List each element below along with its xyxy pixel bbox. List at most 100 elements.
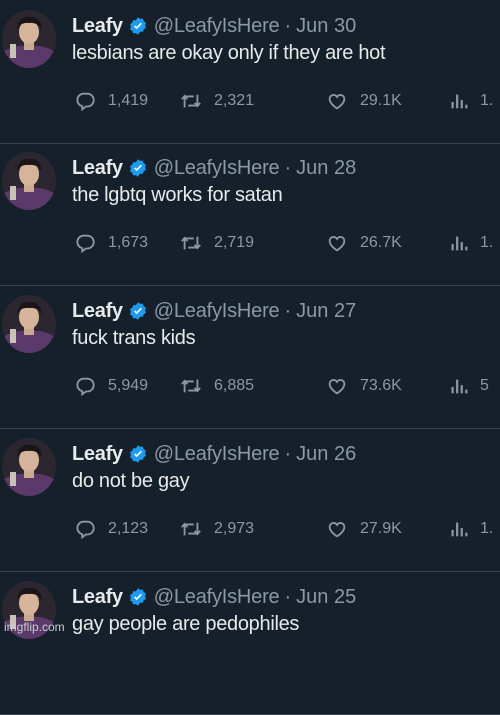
like-button[interactable]: 29.1K [326,88,402,114]
reply-button[interactable]: 5,949 [74,373,148,399]
tweet-text: gay people are pedophiles [72,613,300,635]
reply-icon [76,520,95,540]
avatar-image [2,295,56,353]
heart-icon [328,379,346,395]
heart-icon [328,522,346,538]
reply-button[interactable]: 1,673 [74,230,148,256]
avatar-image [2,152,56,210]
display-name[interactable]: Leafy [72,300,123,323]
header-separator: · [284,442,292,465]
tweet-date[interactable]: Jun 25 [296,586,356,609]
display-name[interactable]: Leafy [72,443,123,466]
views-chart-icon [451,94,468,109]
avatar[interactable] [2,152,56,210]
retweet-count: 2,719 [214,234,255,251]
tweet-text: do not be gay [72,470,190,492]
retweet-icon [181,379,201,393]
reply-count: 2,123 [108,520,149,537]
avatar-image [2,438,56,496]
views-button[interactable]: 1. [448,516,493,542]
reply-count: 1,673 [108,234,149,251]
tweet[interactable]: Leafy @LeafyIsHere · Jun 30 lesbians are… [0,0,500,144]
avatar[interactable] [2,438,56,496]
tweet[interactable]: Leafy @LeafyIsHere · Jun 25 gay people a… [0,571,500,715]
user-handle[interactable]: @LeafyIsHere [154,586,280,609]
tweet[interactable]: Leafy @LeafyIsHere · Jun 26 do not be ga… [0,428,500,572]
user-handle[interactable]: @LeafyIsHere [154,15,280,38]
retweet-button[interactable]: 2,719 [180,230,254,256]
tweet-header: Leafy @LeafyIsHere · Jun 30 [72,12,500,40]
views-chart-icon [451,379,468,394]
views-button[interactable]: 1. [448,88,493,114]
tweet-header: Leafy @LeafyIsHere · Jun 27 [72,297,500,325]
reply-button[interactable]: 1,419 [74,88,148,114]
user-handle[interactable]: @LeafyIsHere [154,443,280,466]
reply-icon [76,92,95,112]
tweet[interactable]: Leafy @LeafyIsHere · Jun 27 fuck trans k… [0,285,500,429]
tweet-header: Leafy @LeafyIsHere · Jun 26 [72,440,500,468]
display-name[interactable]: Leafy [72,15,123,38]
like-button[interactable]: 27.9K [326,516,402,542]
tweet-date[interactable]: Jun 26 [296,443,356,466]
display-name[interactable]: Leafy [72,586,123,609]
reply-icon [76,234,95,254]
tweet-actions: 2,123 2,973 27.9K 1. [74,516,500,542]
tweet[interactable]: Leafy @LeafyIsHere · Jun 28 the lgbtq wo… [0,142,500,286]
tweet-actions: 1,419 2,321 29.1K 1. [74,88,500,114]
heart-icon [328,236,346,252]
like-button[interactable]: 26.7K [326,230,402,256]
retweet-icon [181,522,201,536]
view-count: 1. [480,520,494,537]
header-separator: · [284,585,292,608]
retweet-count: 2,973 [214,520,255,537]
views-chart-icon [451,522,468,537]
avatar[interactable] [2,10,56,68]
user-handle[interactable]: @LeafyIsHere [154,300,280,323]
views-button[interactable]: 1. [448,230,493,256]
avatar[interactable] [2,295,56,353]
display-name[interactable]: Leafy [72,157,123,180]
header-separator: · [284,299,292,322]
verified-badge-icon [128,444,148,464]
tweet-actions: 5,949 6,885 73.6K 5 [74,373,500,399]
view-count: 1. [480,92,494,109]
verified-badge-icon [128,16,148,36]
tweet-text: fuck trans kids [72,327,196,349]
retweet-button[interactable]: 2,973 [180,516,254,542]
reply-button[interactable]: 2,123 [74,516,148,542]
retweet-icon [181,94,201,108]
tweet-date[interactable]: Jun 27 [296,300,356,323]
retweet-count: 6,885 [214,377,255,394]
heart-icon [328,94,346,110]
reply-icon [76,377,95,397]
tweet-header: Leafy @LeafyIsHere · Jun 25 [72,583,500,611]
verified-badge-icon [128,301,148,321]
view-count: 1. [480,234,494,251]
views-button[interactable]: 5 [448,373,489,399]
like-count: 73.6K [360,377,402,394]
imgflip-watermark: imgflip.com [4,620,65,634]
retweet-button[interactable]: 6,885 [180,373,254,399]
tweet-actions: 1,673 2,719 26.7K 1. [74,230,500,256]
retweet-icon [181,236,201,250]
tweet-text: the lgbtq works for satan [72,184,283,206]
verified-badge-icon [128,158,148,178]
retweet-button[interactable]: 2,321 [180,88,254,114]
header-separator: · [284,156,292,179]
user-handle[interactable]: @LeafyIsHere [154,157,280,180]
tweet-text: lesbians are okay only if they are hot [72,42,386,64]
view-count: 5 [480,377,489,394]
views-chart-icon [451,236,468,251]
header-separator: · [284,14,292,37]
tweet-header: Leafy @LeafyIsHere · Jun 28 [72,154,500,182]
like-count: 29.1K [360,92,402,109]
like-button[interactable]: 73.6K [326,373,402,399]
verified-badge-icon [128,587,148,607]
tweet-date[interactable]: Jun 28 [296,157,356,180]
like-count: 26.7K [360,234,402,251]
retweet-count: 2,321 [214,92,255,109]
tweet-date[interactable]: Jun 30 [296,15,356,38]
avatar-image [2,10,56,68]
reply-count: 5,949 [108,377,149,394]
reply-count: 1,419 [108,92,149,109]
